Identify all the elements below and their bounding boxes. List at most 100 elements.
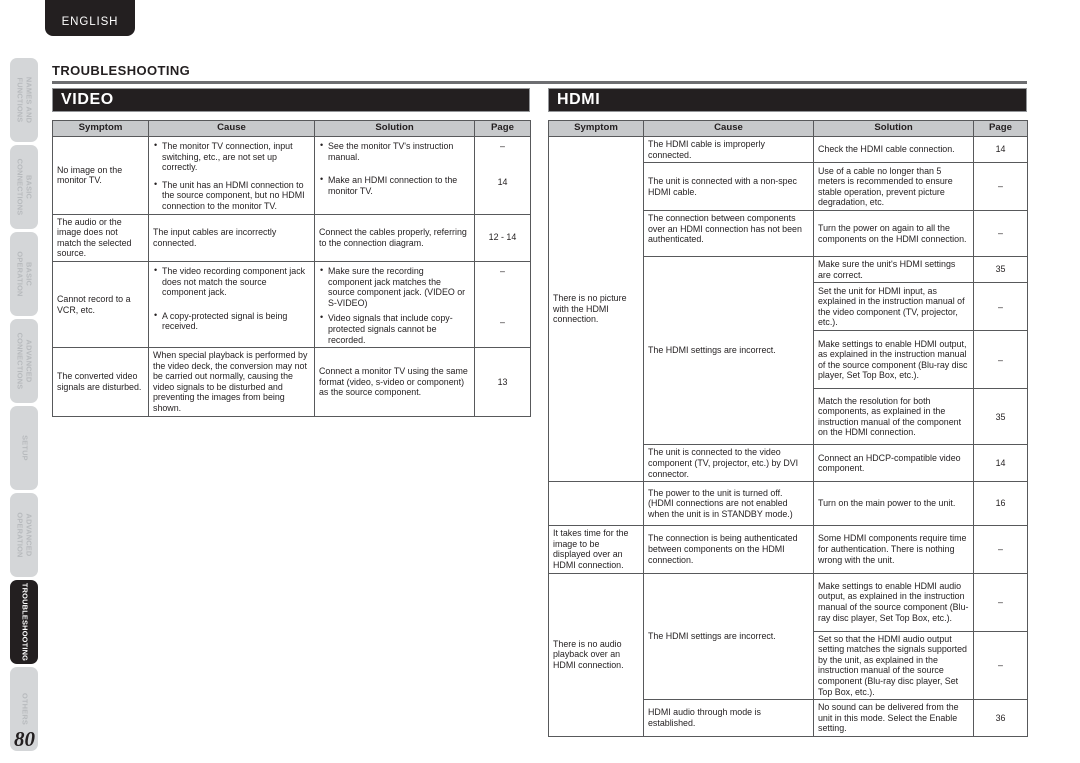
column-header-cause: Cause [148,120,315,137]
cell-page: 12 - 14 [474,213,531,262]
sidebar-tab-label: NAMES AND FUNCTIONS [16,76,34,124]
cell-solution: Set the unit for HDMI input, as explaine… [813,282,974,332]
cell-solution: Make settings to enable HDMI output, as … [813,330,974,390]
cell-solution: Turn on the main power to the unit. [813,481,974,527]
cell-symptom: It takes time for the image to be displa… [548,525,644,574]
cause-bullet: The unit has an HDMI connection to the s… [154,179,310,212]
sidebar-tab-label: ADVANCED OPERATION [16,512,34,558]
cell-page: – [973,525,1028,574]
cell-solution: No sound can be delivered from the unit … [813,699,974,737]
cell-solution: Check the HDMI cable connection. [813,135,974,164]
hdmi-troubleshooting-table: Symptom Cause Solution Page There is no … [548,120,1028,737]
cell-cause: The unit is connected to the video compo… [643,444,814,483]
solution-bullet: See the monitor TV's instruction manual. [320,140,470,162]
section-header-video: VIDEO [52,88,530,112]
cell-page: 36 [973,699,1028,737]
video-troubleshooting-table: Symptom Cause Solution Page No image on … [52,120,531,417]
cell-page: – 14 [474,136,531,215]
cell-solution: Some HDMI components require time for au… [813,525,974,574]
page-number: 80 [14,727,35,751]
section-header-video-label: VIDEO [61,91,114,108]
column-header-symptom: Symptom [52,120,149,137]
cell-page: 35 [973,256,1028,284]
column-header-cause: Cause [643,120,814,137]
cell-cause: The monitor TV connection, input switchi… [148,136,315,215]
cell-solution: Connect a monitor TV using the same form… [314,347,475,417]
cell-cause: HDMI audio through mode is established. [643,699,814,737]
cell-symptom [548,481,644,527]
cell-solution: Make settings to enable HDMI audio outpu… [813,572,974,632]
table-header-row: Symptom Cause Solution Page [548,120,1028,137]
section-header-hdmi-label: HDMI [557,91,601,108]
solution-bullet: Make an HDMI connection to the monitor T… [320,174,470,196]
cell-symptom: No image on the monitor TV. [52,136,149,215]
cell-solution: Turn the power on again to all the compo… [813,210,974,258]
solution-bullet: Make sure the recording component jack m… [320,265,470,308]
sidebar-tab-setup[interactable]: SETUP [10,406,38,490]
cell-page: – – [474,260,531,349]
sidebar-tab-names-and-functions[interactable]: NAMES AND FUNCTIONS [10,58,38,142]
cell-page: 16 [973,481,1028,527]
cause-bullet: A copy-protected signal is being receive… [154,310,310,332]
cell-solution: See the monitor TV's instruction manual.… [314,136,475,215]
page-ref: – [500,141,505,151]
cell-symptom: Cannot record to a VCR, etc. [52,260,149,349]
column-header-solution: Solution [314,120,475,137]
cell-solution: Make sure the unit's HDMI settings are c… [813,256,974,284]
cell-solution: Make sure the recording component jack m… [314,260,475,349]
cell-page: 13 [474,347,531,417]
page-ref: – [500,265,505,276]
cell-cause: When special playback is performed by th… [148,347,315,417]
cell-page: 14 [973,135,1028,164]
column-header-page: Page [474,120,531,137]
heading-rule [52,81,1027,84]
page-title: TROUBLESHOOTING [52,63,191,78]
language-tab: ENGLISH [45,0,135,36]
table-row: The converted video signals are disturbe… [52,347,531,417]
sidebar-tab-label: SETUP [20,435,30,461]
cell-solution: Connect an HDCP-compatible video compone… [813,444,974,483]
sidebar-tab-advanced-operation[interactable]: ADVANCED OPERATION [10,493,38,577]
cell-symptom: There is no picture with the HDMI connec… [548,135,644,483]
page-ref: – [500,316,505,327]
sidebar-tab-basic-connections[interactable]: BASIC CONNECTIONS [10,145,38,229]
table-row: It takes time for the image to be displa… [548,525,1028,574]
table-row: There is no picture with the HDMI connec… [548,135,1028,483]
cell-symptom: There is no audio playback over an HDMI … [548,572,644,737]
cell-cause: The input cables are incorrectly connect… [148,213,315,262]
sidebar-tab-label: BASIC OPERATION [16,251,34,297]
cell-cause: The unit is connected with a non-spec HD… [643,162,814,212]
cell-page: – [973,162,1028,212]
sidebar-tab-advanced-connections[interactable]: ADVANCED CONNECTIONS [10,319,38,403]
column-header-symptom: Symptom [548,120,644,137]
solution-bullet: Video signals that include copy-protecte… [320,312,470,345]
table-row: The audio or the image does not match th… [52,213,531,262]
cell-cause: The HDMI settings are incorrect. [643,572,814,701]
cell-solution: Use of a cable no longer than 5 meters i… [813,162,974,212]
cell-cause: The power to the unit is turned off. (HD… [643,481,814,527]
cell-cause: The video recording component jack does … [148,260,315,349]
cell-symptom: The converted video signals are disturbe… [52,347,149,417]
column-header-page: Page [973,120,1028,137]
cell-page: – [973,572,1028,632]
cell-solution: Set so that the HDMI audio output settin… [813,630,974,701]
cell-symptom: The audio or the image does not match th… [52,213,149,262]
cell-cause: The connection between components over a… [643,210,814,258]
section-header-hdmi: HDMI [548,88,1027,112]
sidebar-tab-label: ADVANCED CONNECTIONS [16,332,34,390]
cell-solution: Connect the cables properly, referring t… [314,213,475,262]
sidebar-tab-label: BASIC CONNECTIONS [16,158,34,216]
cell-page: – [973,210,1028,258]
cell-cause: The HDMI settings are incorrect. [643,256,814,446]
cell-page: 14 [973,444,1028,483]
sidebar-tab-troubleshooting[interactable]: TROUBLESHOOTING [10,580,38,664]
table-row: Cannot record to a VCR, etc. The video r… [52,260,531,349]
sidebar-tab-label: TROUBLESHOOTING [20,582,30,662]
cell-cause: The connection is being authenticated be… [643,525,814,574]
sidebar-tab-basic-operation[interactable]: BASIC OPERATION [10,232,38,316]
sidebar-index-tabs: NAMES AND FUNCTIONS BASIC CONNECTIONS BASI… [10,58,38,754]
cause-bullet: The monitor TV connection, input switchi… [154,140,310,173]
page-ref: 14 [497,176,508,187]
cell-cause: The HDMI cable is improperly connected. [643,135,814,164]
column-header-solution: Solution [813,120,974,137]
